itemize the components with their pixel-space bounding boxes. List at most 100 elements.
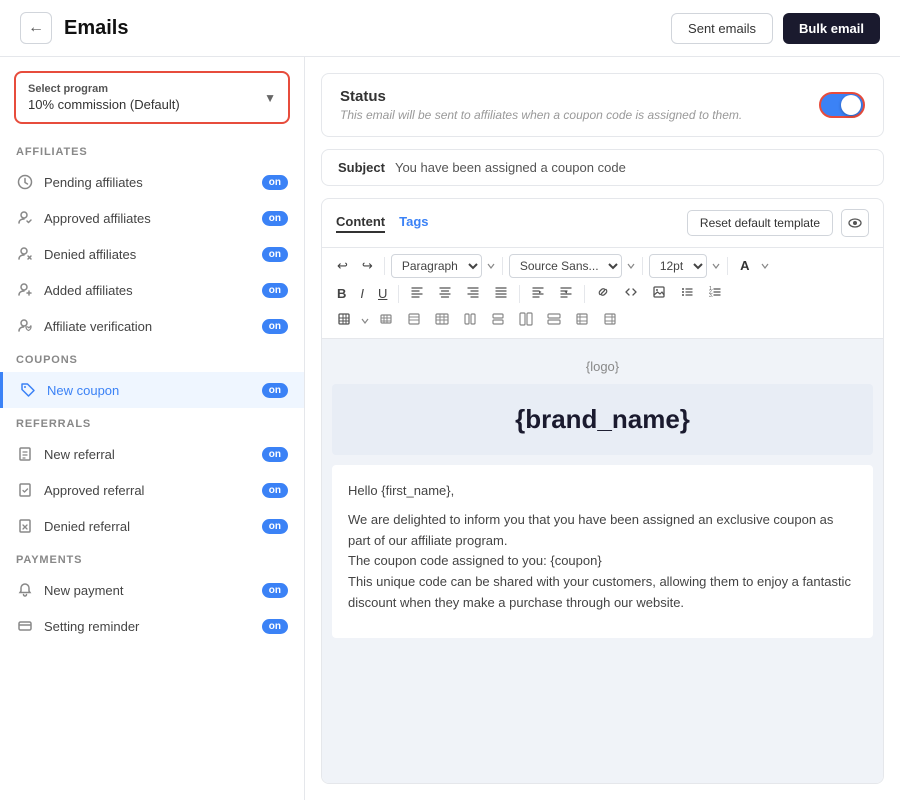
affiliates-section-header: AFFILIATES (0, 136, 304, 164)
table-op3-button[interactable] (430, 309, 454, 332)
redo-button[interactable]: ↪ (357, 255, 378, 277)
image-button[interactable] (647, 282, 671, 305)
table-op6-button[interactable] (514, 309, 538, 332)
reset-template-button[interactable]: Reset default template (687, 210, 833, 236)
editor-tabs: Content Tags (336, 214, 429, 233)
divider-3 (642, 257, 643, 275)
preview-button[interactable] (841, 209, 869, 237)
select-program-dropdown[interactable]: Select program 10% commission (Default) … (14, 71, 290, 124)
pending-affiliates-badge: on (262, 175, 288, 190)
tab-tags[interactable]: Tags (399, 214, 428, 233)
size-select[interactable]: 12pt (649, 254, 707, 278)
added-affiliates-label: Added affiliates (44, 283, 252, 298)
underline-button[interactable]: U (373, 283, 392, 304)
email-preview: {logo} {brand_name} Hello {first_name}, … (322, 339, 883, 783)
setting-reminder-badge: on (262, 619, 288, 634)
sidebar-item-denied-referral[interactable]: Denied referral on (0, 508, 304, 544)
new-payment-badge: on (262, 583, 288, 598)
divider-7 (584, 285, 585, 303)
table-op4-button[interactable] (458, 309, 482, 332)
denied-affiliates-label: Denied affiliates (44, 247, 252, 262)
bulk-email-button[interactable]: Bulk email (783, 13, 880, 44)
outdent-button[interactable] (554, 282, 578, 305)
subject-row: Subject You have been assigned a coupon … (321, 149, 884, 186)
sidebar-item-denied-affiliates[interactable]: Denied affiliates on (0, 236, 304, 272)
table-op8-button[interactable] (570, 309, 594, 332)
denied-referral-badge: on (262, 519, 288, 534)
align-left-button[interactable] (405, 282, 429, 305)
email-body[interactable]: Hello {first_name}, We are delighted to … (332, 465, 873, 638)
font-select[interactable]: Source Sans... (509, 254, 622, 278)
email-brand-section: {brand_name} (332, 384, 873, 455)
sidebar-item-approved-referral[interactable]: Approved referral on (0, 472, 304, 508)
sidebar-item-new-payment[interactable]: New payment on (0, 572, 304, 608)
denied-referral-label: Denied referral (44, 519, 252, 534)
new-coupon-badge: on (262, 383, 288, 398)
new-coupon-label: New coupon (47, 383, 252, 398)
sidebar-item-new-referral[interactable]: New referral on (0, 436, 304, 472)
sidebar-item-new-coupon[interactable]: New coupon on (0, 372, 304, 408)
code-button[interactable] (619, 282, 643, 305)
undo-button[interactable]: ↩ (332, 255, 353, 277)
table-op1-button[interactable] (374, 309, 398, 332)
email-body-text: We are delighted to inform you that you … (348, 510, 857, 614)
subject-value[interactable]: You have been assigned a coupon code (395, 160, 626, 175)
bullet-list-button[interactable] (675, 282, 699, 305)
status-label: Status (340, 88, 742, 105)
indent-button[interactable] (526, 282, 550, 305)
payments-section-header: PAYMENTS (0, 544, 304, 572)
email-brand-name: {brand_name} (352, 404, 853, 435)
status-toggle[interactable] (819, 92, 865, 118)
align-center-button[interactable] (433, 282, 457, 305)
size-arrow-icon (711, 261, 721, 271)
email-greeting: Hello {first_name}, (348, 481, 857, 502)
divider-4 (727, 257, 728, 275)
table-op7-button[interactable] (542, 309, 566, 332)
divider-2 (502, 257, 503, 275)
numbered-list-button[interactable]: 1.2.3. (703, 282, 727, 305)
toggle-knob (841, 95, 861, 115)
file-check-icon (16, 481, 34, 499)
format-row-2: B I U (332, 282, 873, 305)
back-button[interactable]: ← (20, 12, 52, 44)
setting-reminder-label: Setting reminder (44, 619, 252, 634)
status-row: Status This email will be sent to affili… (321, 73, 884, 137)
sidebar-item-setting-reminder[interactable]: Setting reminder on (0, 608, 304, 644)
link-button[interactable] (591, 282, 615, 305)
editor-card: Content Tags Reset default template ↩ (321, 198, 884, 784)
tab-content[interactable]: Content (336, 214, 385, 233)
table-op5-button[interactable] (486, 309, 510, 332)
user-plus-icon (16, 281, 34, 299)
bell-icon (16, 581, 34, 599)
justify-button[interactable] (489, 282, 513, 305)
format-row-3 (332, 309, 873, 332)
sent-emails-button[interactable]: Sent emails (671, 13, 773, 44)
table-button[interactable] (332, 309, 356, 332)
new-referral-badge: on (262, 447, 288, 462)
table-op2-button[interactable] (402, 309, 426, 332)
sidebar-item-added-affiliates[interactable]: Added affiliates on (0, 272, 304, 308)
table-op9-button[interactable] (598, 309, 622, 332)
denied-affiliates-badge: on (262, 247, 288, 262)
align-right-button[interactable] (461, 282, 485, 305)
bold-button[interactable]: B (332, 283, 351, 304)
table-arrow-icon (360, 316, 370, 326)
sidebar-item-pending-affiliates[interactable]: Pending affiliates on (0, 164, 304, 200)
sidebar: Select program 10% commission (Default) … (0, 57, 305, 800)
sidebar-item-approved-affiliates[interactable]: Approved affiliates on (0, 200, 304, 236)
editor-content[interactable]: {logo} {brand_name} Hello {first_name}, … (322, 339, 883, 783)
user-x-icon (16, 245, 34, 263)
divider-6 (519, 285, 520, 303)
editor-actions: Reset default template (687, 209, 869, 237)
sidebar-item-affiliate-verification[interactable]: Affiliate verification on (0, 308, 304, 344)
header-left: ← Emails (20, 12, 128, 44)
paragraph-arrow-icon (486, 261, 496, 271)
affiliate-verification-badge: on (262, 319, 288, 334)
dropdown-arrow-icon: ▼ (264, 91, 276, 105)
italic-button[interactable]: I (355, 283, 369, 304)
pending-affiliates-label: Pending affiliates (44, 175, 252, 190)
user-check-icon (16, 209, 34, 227)
paragraph-select[interactable]: Paragraph (391, 254, 482, 278)
font-color-button[interactable]: A (734, 255, 756, 277)
approved-referral-badge: on (262, 483, 288, 498)
